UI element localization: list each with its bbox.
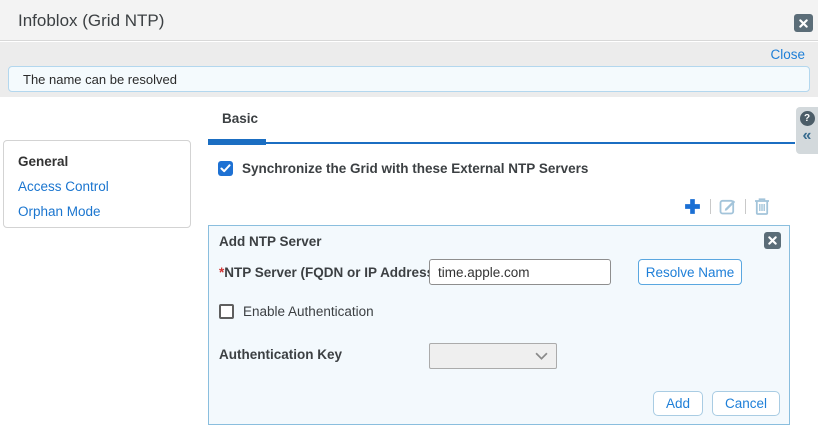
ntp-server-actions <box>208 195 790 217</box>
edit-icon <box>719 197 737 215</box>
enable-auth-row: Enable Authentication <box>219 304 374 319</box>
divider <box>710 199 711 214</box>
resolve-name-button[interactable]: Resolve Name <box>638 259 742 285</box>
plus-icon <box>683 197 702 216</box>
dialog-close-button[interactable] <box>794 14 813 32</box>
status-message: The name can be resolved <box>23 72 177 87</box>
sync-ntp-row: Synchronize the Grid with these External… <box>218 161 588 176</box>
close-icon <box>799 19 808 28</box>
sidebar-item-general[interactable]: General <box>4 149 190 174</box>
panel-close-button[interactable] <box>764 232 781 249</box>
help-strip: ? « <box>796 107 818 154</box>
auth-key-select[interactable] <box>429 343 557 369</box>
dialog-titlebar: Infoblox (Grid NTP) <box>0 0 818 41</box>
tab-active-indicator <box>208 139 266 145</box>
tab-basic[interactable]: Basic <box>222 111 258 126</box>
sidebar-item-orphan-mode[interactable]: Orphan Mode <box>4 199 190 224</box>
auth-key-label: Authentication Key <box>219 347 342 362</box>
help-icon[interactable]: ? <box>800 111 815 126</box>
trash-icon <box>754 197 770 215</box>
sidebar: General Access Control Orphan Mode <box>3 140 191 228</box>
status-message-box: The name can be resolved <box>8 66 810 92</box>
check-icon <box>220 164 231 173</box>
enable-auth-label: Enable Authentication <box>243 304 374 319</box>
ntp-server-input[interactable] <box>429 259 611 285</box>
add-button[interactable]: Add <box>653 391 703 416</box>
sidebar-item-access-control[interactable]: Access Control <box>4 174 190 199</box>
panel-title: Add NTP Server <box>219 234 322 249</box>
ntp-server-field-label: *NTP Server (FQDN or IP Address) <box>219 265 439 280</box>
close-icon <box>768 236 777 245</box>
grid-ntp-dialog: Infoblox (Grid NTP) Close The name can b… <box>0 0 818 430</box>
collapse-panel-icon[interactable]: « <box>803 128 812 144</box>
add-ntp-server-button[interactable] <box>683 197 702 216</box>
sync-ntp-checkbox[interactable] <box>218 161 233 176</box>
panel-buttons: Add Cancel <box>653 391 780 416</box>
close-link[interactable]: Close <box>770 47 805 62</box>
sync-ntp-label: Synchronize the Grid with these External… <box>242 161 588 176</box>
dialog-title: Infoblox (Grid NTP) <box>18 11 164 31</box>
notification-bar: Close The name can be resolved <box>0 42 818 97</box>
divider <box>745 199 746 214</box>
tab-bar-rule <box>208 142 795 144</box>
add-ntp-server-panel: Add NTP Server *NTP Server (FQDN or IP A… <box>208 225 790 425</box>
chevron-down-icon <box>535 352 548 360</box>
ntp-server-label-text: NTP Server (FQDN or IP Address) <box>224 265 438 280</box>
edit-ntp-server-button[interactable] <box>719 197 737 215</box>
enable-auth-checkbox[interactable] <box>219 304 234 319</box>
delete-ntp-server-button[interactable] <box>754 197 770 215</box>
cancel-button[interactable]: Cancel <box>712 391 780 416</box>
